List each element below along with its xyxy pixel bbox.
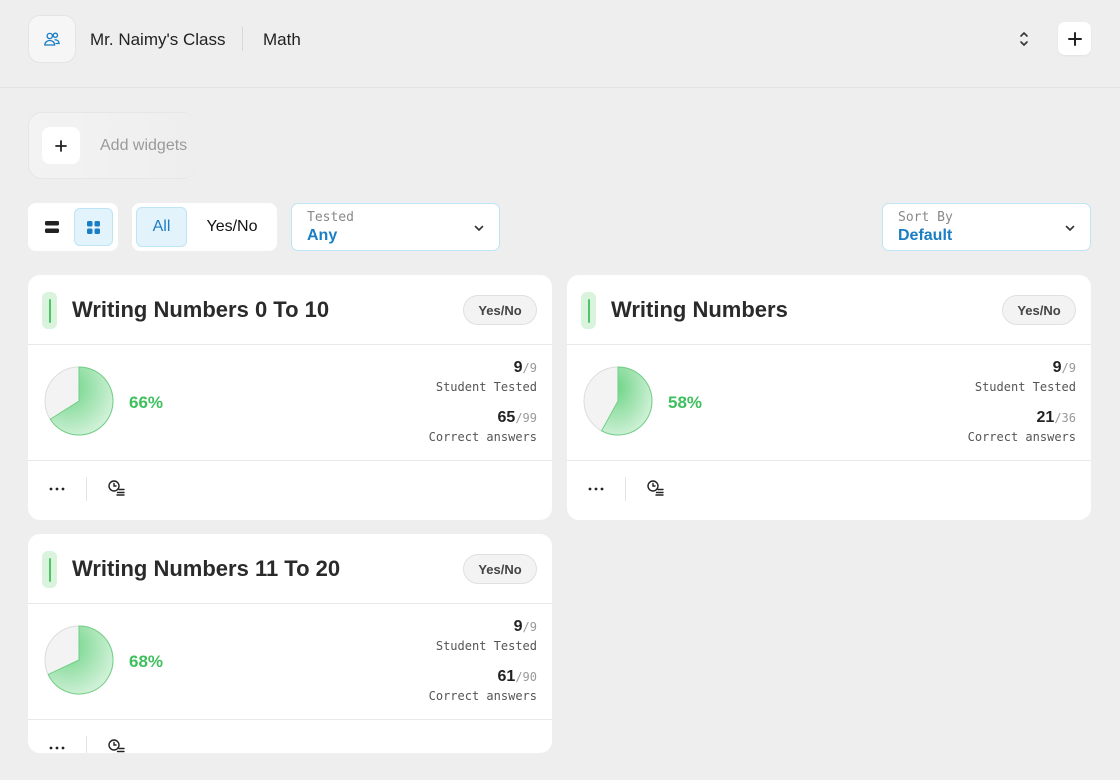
card-divider xyxy=(567,460,1091,461)
class-switcher-button[interactable] xyxy=(28,15,76,63)
score-percent: 68% xyxy=(129,652,164,671)
card-title[interactable]: Writing Numbers xyxy=(611,297,788,323)
sort-by-dropdown-label: Sort By xyxy=(898,210,953,225)
students-tested-label: Student Tested xyxy=(435,639,537,653)
tested-dropdown-value: Any xyxy=(307,227,338,244)
top-header: Mr. Naimy's Class Math xyxy=(0,0,1120,88)
more-options-button[interactable] xyxy=(48,739,66,753)
grid-view-button[interactable] xyxy=(74,208,113,246)
header-divider xyxy=(242,27,243,51)
card-divider xyxy=(28,603,552,604)
score-percent: 58% xyxy=(668,393,703,412)
card-type-badge: Yes/No xyxy=(463,295,537,325)
correct-answers-stat: 61/90 Correct answers xyxy=(429,668,537,703)
correct-answers-label: Correct answers xyxy=(967,430,1076,444)
header-add-button[interactable] xyxy=(1058,22,1091,55)
card-type-badge: Yes/No xyxy=(463,554,537,584)
sort-by-dropdown[interactable]: Sort By Default xyxy=(882,203,1091,251)
plus-icon xyxy=(55,139,67,152)
more-horizontal-icon xyxy=(588,487,604,491)
add-widget-button[interactable] xyxy=(42,127,80,164)
card-footer-divider xyxy=(86,736,87,753)
students-tested-label: Student Tested xyxy=(435,380,537,394)
correct-answers-label: Correct answers xyxy=(428,430,537,444)
more-options-button[interactable] xyxy=(587,480,605,498)
students-tested-count: 9 xyxy=(1052,359,1062,376)
type-filter-yes-no[interactable]: Yes/No xyxy=(193,207,271,247)
more-options-button[interactable] xyxy=(48,480,66,498)
up-down-chevron-icon xyxy=(1020,32,1028,46)
students-total: /9 xyxy=(522,620,537,634)
score-percent: 66% xyxy=(129,393,164,412)
correct-answers-stat: 65/99 Correct answers xyxy=(429,409,537,444)
more-horizontal-icon xyxy=(49,487,65,491)
plus-icon xyxy=(1067,31,1082,46)
sort-by-dropdown-value: Default xyxy=(898,227,953,244)
assessment-card[interactable]: Writing Numbers 0 To 10 Yes/No 66% 9/9 S… xyxy=(28,275,552,520)
card-footer-divider xyxy=(625,477,626,501)
students-tested-stat: 9/9 Student Tested xyxy=(436,618,537,653)
correct-answers-total: /99 xyxy=(515,411,537,425)
card-title[interactable]: Writing Numbers 0 To 10 xyxy=(72,297,329,323)
score-pie-chart xyxy=(44,625,114,695)
card-accent-marker xyxy=(581,292,596,329)
card-divider xyxy=(28,460,552,461)
correct-answers-count: 65 xyxy=(497,409,516,426)
students-total: /9 xyxy=(522,361,537,375)
history-button[interactable] xyxy=(107,737,127,753)
students-tested-count: 9 xyxy=(513,359,523,376)
students-tested-stat: 9/9 Student Tested xyxy=(436,359,537,394)
score-pie-chart xyxy=(44,366,114,436)
history-icon xyxy=(647,480,664,496)
card-accent-marker xyxy=(42,292,57,329)
correct-answers-total: /36 xyxy=(1054,411,1076,425)
subject-name: Math xyxy=(263,30,301,49)
card-divider xyxy=(28,719,552,720)
correct-answers-count: 21 xyxy=(1036,409,1055,426)
correct-answers-stat: 21/36 Correct answers xyxy=(968,409,1076,444)
history-icon xyxy=(108,480,125,496)
history-button[interactable] xyxy=(646,478,666,498)
assessment-card[interactable]: Writing Numbers Yes/No 58% 9/9 Student T… xyxy=(567,275,1091,520)
card-type-badge: Yes/No xyxy=(1002,295,1076,325)
students-tested-stat: 9/9 Student Tested xyxy=(975,359,1076,394)
tested-dropdown[interactable]: Tested Any xyxy=(291,203,500,251)
list-view-icon xyxy=(45,221,59,233)
assessment-card[interactable]: Writing Numbers 11 To 20 Yes/No 68% 9/9 … xyxy=(28,534,552,753)
correct-answers-total: /90 xyxy=(515,670,537,684)
type-filter-all[interactable]: All xyxy=(136,207,187,247)
card-title[interactable]: Writing Numbers 11 To 20 xyxy=(72,556,340,582)
score-pie-chart xyxy=(583,366,653,436)
card-accent-marker xyxy=(42,551,57,588)
correct-answers-count: 61 xyxy=(497,668,516,685)
list-view-button[interactable] xyxy=(34,208,70,246)
chevron-down-icon xyxy=(473,222,485,234)
tested-dropdown-label: Tested xyxy=(307,210,354,225)
grid-view-icon xyxy=(87,220,100,234)
more-horizontal-icon xyxy=(49,746,65,750)
card-divider xyxy=(567,344,1091,345)
history-button[interactable] xyxy=(107,478,127,498)
card-divider xyxy=(28,344,552,345)
card-footer-divider xyxy=(86,477,87,501)
correct-answers-label: Correct answers xyxy=(428,689,537,703)
students-tested-count: 9 xyxy=(513,618,523,635)
students-total: /9 xyxy=(1061,361,1076,375)
students-tested-label: Student Tested xyxy=(974,380,1076,394)
history-icon xyxy=(108,739,125,753)
reorder-button[interactable] xyxy=(1014,29,1034,49)
chevron-down-icon xyxy=(1064,222,1076,234)
users-icon xyxy=(44,32,60,46)
class-name: Mr. Naimy's Class xyxy=(90,30,226,49)
add-widgets-label: Add widgets xyxy=(100,137,188,154)
